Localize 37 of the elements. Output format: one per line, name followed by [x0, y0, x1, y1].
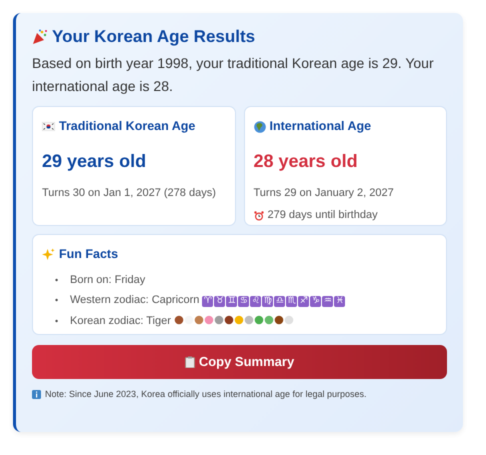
fun-facts-heading: Fun Facts	[59, 246, 118, 264]
zodiac-sign-icon: ♑	[310, 296, 322, 308]
info-icon	[32, 390, 41, 400]
zodiac-sign-icon: ♒	[322, 296, 334, 308]
zodiac-sign-icon: ♊	[226, 296, 238, 308]
fact-text: Born on: Friday	[70, 274, 146, 286]
detail-text: Turns 29 on January 2, 2027	[254, 186, 394, 201]
age-value: 28 years old	[254, 150, 359, 173]
party-popper-icon	[32, 29, 48, 46]
alarm-clock-icon	[254, 210, 264, 221]
zodiac-sign-icon: ♉	[214, 296, 226, 308]
zodiac-sign-icon: ♐	[298, 296, 310, 308]
zodiac-sign-icon: ♋	[238, 296, 250, 308]
copy-summary-button[interactable]: Copy Summary	[32, 345, 447, 380]
age-value: 29 years old	[42, 150, 148, 173]
fact-text: Korean zodiac: Tiger	[70, 314, 171, 327]
zodiac-sign-icon: ♌	[250, 296, 262, 308]
card-heading: International Age	[270, 118, 372, 136]
zodiac-sign-icon: ♎	[274, 296, 286, 308]
detail-text: Turns 30 on Jan 1, 2027 (278 days)	[42, 186, 216, 201]
card-heading: Traditional Korean Age	[59, 118, 196, 136]
results-title: Your Korean Age Results	[52, 27, 256, 48]
flag-icon	[42, 122, 55, 132]
summary-text: Based on birth year 1998, your traditional Korean age is 29. Your international age is 28.	[32, 54, 435, 96]
fact-text: Western zodiac: Capricorn	[70, 294, 200, 306]
zodiac-sign-icon: ♍	[262, 296, 274, 308]
sparkles-icon	[42, 248, 55, 262]
zodiac-sign-icon: ♈	[202, 296, 214, 308]
bullet: •	[55, 274, 60, 287]
bullet: •	[55, 314, 60, 328]
bullet: •	[55, 294, 60, 308]
note-text: Note: Since June 2023, Korea officially uses international age for legal purposes.	[45, 388, 367, 402]
detail-text: 279 days until birthday	[268, 208, 378, 224]
globe-icon	[254, 120, 266, 133]
zodiac-sign-icon: ♏	[286, 296, 298, 308]
zodiac-sign-icon: ♓	[334, 296, 346, 308]
clipboard-icon	[184, 356, 195, 368]
